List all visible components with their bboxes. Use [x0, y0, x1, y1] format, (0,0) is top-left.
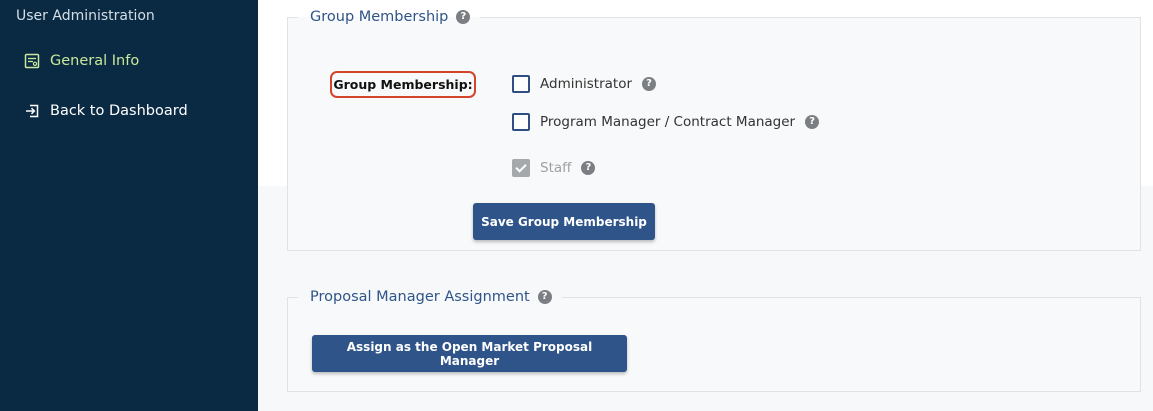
option-staff: Staff ? [512, 159, 596, 177]
group-membership-legend: Group Membership ? [298, 9, 480, 25]
main-content: Group Membership ? Group Membership: Adm… [258, 0, 1153, 411]
staff-checkbox [512, 159, 530, 177]
user-details-icon [24, 53, 40, 69]
assign-proposal-manager-button[interactable]: Assign as the Open Market Proposal Manag… [312, 335, 627, 372]
proposal-manager-legend: Proposal Manager Assignment ? [298, 289, 562, 305]
administrator-checkbox[interactable] [512, 75, 530, 93]
option-label: Staff [540, 160, 572, 176]
help-icon[interactable]: ? [537, 290, 552, 304]
sidebar-item-label: Back to Dashboard [50, 103, 188, 119]
sidebar-item-label: General Info [50, 53, 140, 69]
proposal-manager-title: Proposal Manager Assignment [310, 289, 530, 305]
program-manager-checkbox[interactable] [512, 113, 530, 131]
group-membership-title: Group Membership [310, 9, 449, 25]
sidebar-item-back-to-dashboard[interactable]: Back to Dashboard [24, 103, 188, 119]
sidebar-item-general-info[interactable]: General Info [24, 53, 139, 69]
help-icon[interactable]: ? [456, 10, 471, 24]
sidebar-section-title: User Administration [16, 8, 155, 24]
group-membership-section: Group Membership ? Group Membership: Adm… [287, 9, 1141, 251]
option-label: Program Manager / Contract Manager [540, 114, 796, 130]
help-icon[interactable]: ? [805, 115, 820, 129]
save-group-membership-button[interactable]: Save Group Membership [473, 203, 655, 240]
sidebar: User Administration General Info Back to… [0, 0, 258, 411]
help-icon[interactable]: ? [642, 77, 657, 91]
sign-in-icon [24, 103, 40, 119]
proposal-manager-section: Proposal Manager Assignment ? Assign as … [287, 289, 1141, 392]
option-administrator[interactable]: Administrator ? [512, 75, 657, 93]
group-membership-field-label: Group Membership: [330, 71, 476, 98]
option-label: Administrator [540, 76, 633, 92]
option-program-manager[interactable]: Program Manager / Contract Manager ? [512, 113, 820, 131]
help-icon[interactable]: ? [581, 161, 596, 175]
